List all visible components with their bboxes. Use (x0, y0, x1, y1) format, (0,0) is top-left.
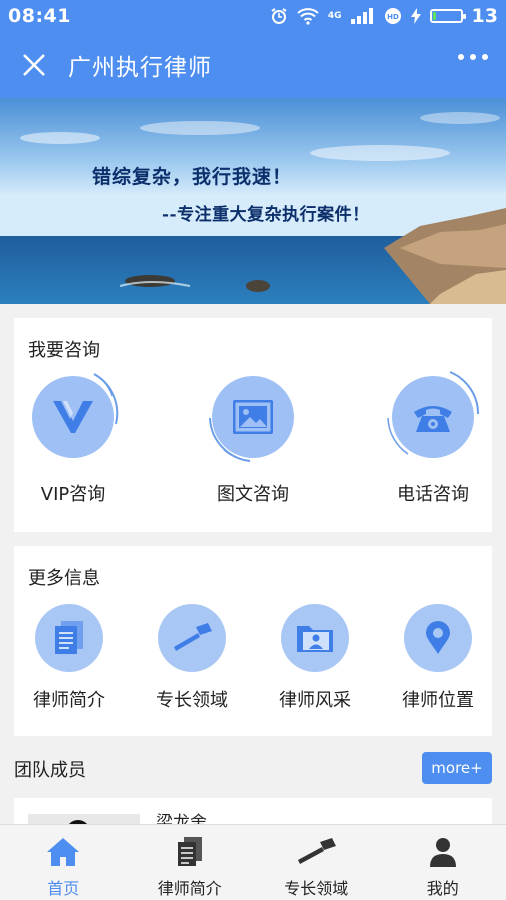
tab-home-label: 首页 (47, 879, 80, 898)
page-title: 广州执行律师 (68, 55, 212, 81)
status-bar: 08:41 4G HD 13 (0, 0, 506, 32)
status-time: 08:41 (8, 5, 71, 27)
document-icon (177, 837, 202, 866)
app-screen: 08:41 4G HD 13 广州执行律师 错综复杂，我行我速！ --专注重大复… (0, 0, 506, 900)
signal-icon (350, 8, 373, 24)
lawyer-profile-label: 律师简介 (33, 690, 105, 711)
location-icon-circle (404, 604, 472, 672)
svg-text:HD: HD (387, 13, 399, 21)
close-button[interactable] (0, 32, 68, 98)
arc-decoration (387, 371, 480, 455)
wifi-icon (297, 8, 319, 25)
image-text-consult-label: 图文咨询 (217, 484, 289, 505)
tab-expertise-label: 专长领域 (284, 879, 349, 898)
vip-consult-label: VIP咨询 (40, 484, 106, 505)
charging-icon (410, 8, 421, 24)
lawyer-profile-button[interactable]: 律师简介 (14, 604, 124, 712)
lawyer-gallery-label: 律师风采 (279, 690, 351, 711)
more-dots-icon (458, 54, 464, 60)
lawyer-location-button[interactable]: 律师位置 (383, 604, 493, 712)
hd-icon: HD (384, 8, 401, 24)
title-bar: 广州执行律师 (0, 32, 506, 98)
tab-lawyer-profile[interactable]: 律师简介 (127, 825, 254, 900)
expertise-button[interactable]: 专长领域 (137, 604, 247, 712)
tab-mine-label: 我的 (426, 879, 459, 898)
image-text-consult-button[interactable]: 图文咨询 (188, 376, 318, 506)
more-info-card: 更多信息 律师简介 专长领域 律师风采 律师位置 (14, 546, 492, 736)
home-icon (47, 838, 80, 866)
alarm-icon (271, 8, 287, 24)
arc-decoration (93, 373, 119, 425)
lawyer-location-label: 律师位置 (402, 690, 474, 711)
document-icon (55, 621, 83, 654)
banner-slogan-2: --专注重大复杂执行案件！ (162, 205, 370, 225)
phone-icon-circle (387, 371, 480, 458)
tab-home[interactable]: 首页 (0, 825, 127, 900)
document-icon-circle (35, 604, 103, 672)
gavel-icon (174, 623, 212, 651)
battery-percent: 13 (471, 5, 498, 27)
banner[interactable]: 错综复杂，我行我速！ --专注重大复杂执行案件！ (0, 98, 506, 304)
consult-title: 我要咨询 (28, 340, 100, 361)
close-icon (23, 54, 45, 76)
team-title: 团队成员 (14, 760, 86, 781)
network-label: 4G (327, 11, 342, 21)
arc-decoration (209, 417, 251, 462)
tab-expertise[interactable]: 专长领域 (253, 825, 380, 900)
team-section-header: 团队成员 more+ (14, 752, 492, 786)
folder-icon (297, 626, 333, 652)
battery-icon (429, 9, 466, 23)
person-icon (429, 838, 456, 867)
status-icons: 4G HD 13 (270, 5, 498, 27)
location-icon (426, 621, 450, 654)
image-icon-circle (209, 376, 294, 462)
battery-level (432, 12, 437, 20)
tab-lawyer-profile-label: 律师简介 (157, 879, 222, 898)
more-menu-button[interactable] (458, 54, 488, 60)
consult-card: 我要咨询 VIP咨询 图文咨询 电话咨询 (14, 318, 492, 532)
vip-icon-circle (32, 373, 119, 458)
folder-icon-circle (281, 604, 349, 672)
more-info-title: 更多信息 (28, 568, 100, 589)
vip-consult-button[interactable]: VIP咨询 (8, 373, 138, 506)
gavel-icon (298, 838, 337, 864)
phone-consult-label: 电话咨询 (397, 484, 469, 505)
banner-slogan-1: 错综复杂，我行我速！ (92, 166, 293, 188)
tab-mine[interactable]: 我的 (380, 825, 506, 900)
gavel-icon-circle (158, 604, 226, 672)
team-more-button[interactable]: more+ (422, 752, 492, 784)
lawyer-gallery-button[interactable]: 律师风采 (260, 604, 370, 712)
expertise-label: 专长领域 (156, 690, 228, 711)
phone-consult-button[interactable]: 电话咨询 (368, 371, 498, 506)
bottom-tab-bar: 首页 律师简介 专长领域 我的 (0, 824, 506, 900)
